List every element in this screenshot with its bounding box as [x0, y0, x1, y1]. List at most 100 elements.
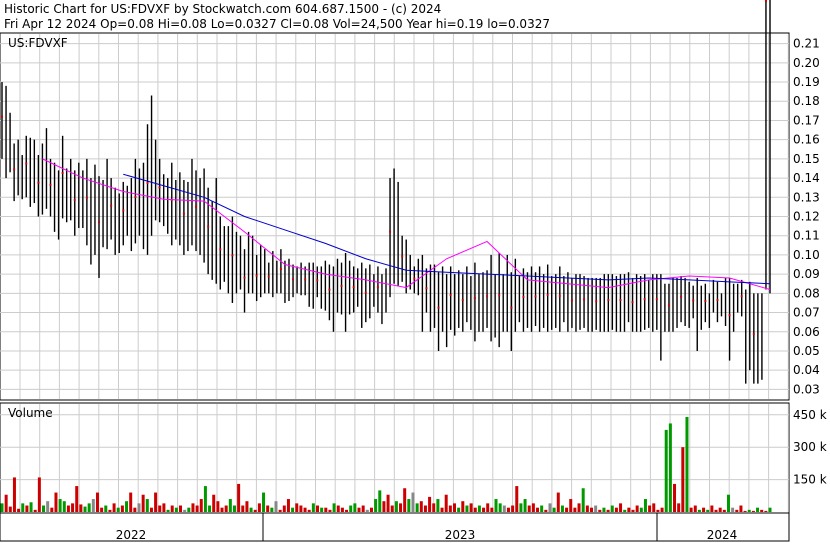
- volume-bar: [386, 494, 390, 512]
- volume-bar: [610, 505, 614, 512]
- price-tick-label: 0.13: [793, 190, 820, 204]
- volume-bar: [120, 505, 124, 512]
- volume-bar: [710, 505, 714, 512]
- close-dot: [437, 306, 440, 309]
- close-dot: [364, 291, 367, 294]
- volume-bar: [394, 501, 398, 512]
- volume-bar: [266, 505, 270, 512]
- volume-bar: [66, 505, 70, 512]
- price-tick-label: 0.07: [793, 306, 820, 320]
- close-dot: [243, 276, 246, 279]
- x-label-2024: 2024: [707, 528, 738, 542]
- close-dot: [461, 299, 464, 302]
- close-dot: [522, 295, 525, 298]
- close-dot: [73, 198, 76, 201]
- close-dot: [740, 295, 743, 298]
- close-dot: [1, 115, 3, 118]
- volume-bar: [436, 499, 440, 512]
- volume-bar: [598, 509, 602, 512]
- volume-bar: [627, 507, 631, 512]
- price-tick-label: 0.19: [793, 75, 820, 89]
- volume-tick-label: 150 k: [793, 473, 827, 487]
- chart-header-title: Historic Chart for US:FDVXF by Stockwatc…: [4, 2, 441, 16]
- volume-bar: [378, 490, 382, 512]
- volume-bar: [540, 505, 544, 512]
- volume-bar: [166, 509, 170, 512]
- close-dot: [704, 300, 707, 303]
- volume-bar: [751, 510, 755, 512]
- volume-bar: [448, 505, 452, 512]
- volume-bar: [457, 507, 461, 512]
- price-tick-label: 0.05: [793, 344, 820, 358]
- price-tick-label: 0.11: [793, 229, 820, 243]
- close-dot: [692, 299, 695, 302]
- volume-bar: [286, 499, 290, 512]
- close-dot: [558, 294, 561, 297]
- volume-bar: [37, 477, 41, 512]
- volume-bar: [423, 505, 427, 512]
- volume-bar: [502, 505, 506, 512]
- volume-bar: [145, 499, 149, 512]
- volume-bar: [170, 505, 174, 512]
- volume-bar: [58, 499, 62, 512]
- price-tick-label: 0.21: [793, 37, 820, 51]
- volume-bar: [91, 499, 95, 512]
- volume-bar: [702, 507, 706, 512]
- price-tick-label: 0.09: [793, 267, 820, 281]
- volume-bar: [722, 509, 726, 512]
- volume-bar: [291, 507, 295, 512]
- volume-bar: [116, 507, 120, 512]
- close-dot: [110, 204, 113, 207]
- volume-bar: [46, 501, 50, 512]
- volume-bar: [511, 505, 515, 512]
- volume-bar: [693, 505, 697, 512]
- volume-bar: [506, 507, 510, 512]
- volume-bar: [718, 507, 722, 512]
- close-dot: [195, 205, 198, 208]
- volume-bar: [639, 507, 643, 512]
- volume-bar: [473, 507, 477, 512]
- volume-bar: [756, 507, 760, 512]
- volume-bar: [303, 507, 307, 512]
- volume-bar: [141, 494, 145, 512]
- volume-bar: [419, 501, 423, 512]
- price-tick-label: 0.08: [793, 286, 820, 300]
- close-dot: [85, 196, 88, 199]
- close-dot: [570, 299, 573, 302]
- close-dot: [304, 278, 307, 281]
- volume-bar: [100, 507, 104, 512]
- close-dot: [61, 171, 64, 174]
- volume-bar: [407, 499, 411, 512]
- volume-bar: [677, 503, 681, 512]
- volume-bar: [581, 488, 585, 512]
- volume-title: Volume: [8, 406, 53, 420]
- volume-bar: [108, 509, 112, 512]
- close-dot: [619, 299, 622, 302]
- price-tick-label: 0.17: [793, 113, 820, 127]
- volume-bar: [195, 505, 199, 512]
- volume-bar: [361, 505, 365, 512]
- close-dot: [255, 274, 258, 277]
- volume-bar: [237, 483, 241, 512]
- volume-bar: [382, 501, 386, 512]
- volume-bar: [137, 503, 141, 512]
- volume-bar: [681, 447, 685, 512]
- close-dot: [680, 295, 683, 298]
- close-dot: [643, 298, 646, 301]
- close-dot: [182, 212, 185, 215]
- volume-bar: [50, 507, 54, 512]
- volume-bar: [569, 499, 573, 512]
- volume-bar: [278, 509, 282, 512]
- volume-bar: [739, 505, 743, 512]
- volume-bar: [54, 492, 58, 512]
- volume-bar: [245, 501, 249, 512]
- volume-bar: [320, 507, 324, 512]
- volume-bar: [129, 492, 133, 512]
- volume-bar: [544, 509, 548, 512]
- volume-bar: [486, 503, 490, 512]
- volume-bar: [589, 507, 593, 512]
- price-tick-label: 0.10: [793, 248, 820, 262]
- volume-bar: [577, 503, 581, 512]
- volume-bar: [668, 423, 672, 512]
- volume-bar: [125, 501, 129, 512]
